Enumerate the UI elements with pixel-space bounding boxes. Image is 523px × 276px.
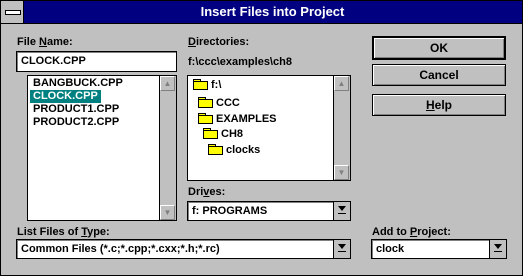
dropdown-arrow-icon[interactable] <box>333 202 350 220</box>
directories-label: Directories: <box>188 36 250 48</box>
scroll-up-icon[interactable]: ▲ <box>334 76 349 91</box>
folder-open-icon <box>198 113 213 124</box>
help-button[interactable]: Help <box>372 94 506 116</box>
folder-open-icon <box>198 97 213 108</box>
file-list-item[interactable]: BANGBUCK.CPP <box>30 77 126 90</box>
file-list[interactable]: BANGBUCK.CPP CLOCK.CPP PRODUCT1.CPP PROD… <box>27 75 177 221</box>
system-menu-icon[interactable] <box>1 1 24 23</box>
dialog-window: Insert Files into Project File Name: CLO… <box>0 0 523 276</box>
folder-closed-icon <box>208 144 223 155</box>
folder-open-icon <box>193 79 208 90</box>
scroll-down-icon[interactable]: ▼ <box>334 165 349 180</box>
scroll-up-icon[interactable]: ▲ <box>160 76 175 91</box>
dialog-title: Insert Files into Project <box>200 4 345 19</box>
folder-open-icon <box>203 128 218 139</box>
add-to-project-select[interactable]: clock <box>371 239 507 259</box>
file-name-label: File Name: <box>17 36 73 48</box>
scroll-down-icon[interactable]: ▼ <box>160 205 175 220</box>
file-list-item[interactable]: PRODUCT1.CPP <box>30 103 122 116</box>
dropdown-arrow-icon[interactable] <box>489 240 506 258</box>
file-type-select[interactable]: Common Files (*.c;*.cpp;*.cxx;*.h;*.rc) <box>16 239 351 259</box>
file-list-item[interactable]: PRODUCT2.CPP <box>30 116 122 129</box>
title-bar[interactable]: Insert Files into Project <box>1 1 522 24</box>
directory-scrollbar[interactable]: ▲ ▼ <box>333 76 350 180</box>
drives-select[interactable]: f: PROGRAMS <box>187 201 351 221</box>
add-to-project-label: Add to Project: <box>372 226 451 238</box>
file-list-item-selected[interactable]: CLOCK.CPP <box>30 90 101 103</box>
cancel-button[interactable]: Cancel <box>372 64 506 86</box>
file-type-label: List Files of Type: <box>17 226 110 238</box>
dropdown-arrow-icon[interactable] <box>333 240 350 258</box>
drives-label: Drives: <box>188 186 226 198</box>
directory-list[interactable]: f:\ CCC EXAMPLES CH8 clocks ▲ ▼ <box>187 75 351 181</box>
file-name-input[interactable]: CLOCK.CPP <box>16 51 177 72</box>
file-list-scrollbar[interactable]: ▲ ▼ <box>159 76 176 220</box>
ok-button[interactable]: OK <box>372 36 506 60</box>
current-path: f:\ccc\examples\ch8 <box>188 56 292 68</box>
